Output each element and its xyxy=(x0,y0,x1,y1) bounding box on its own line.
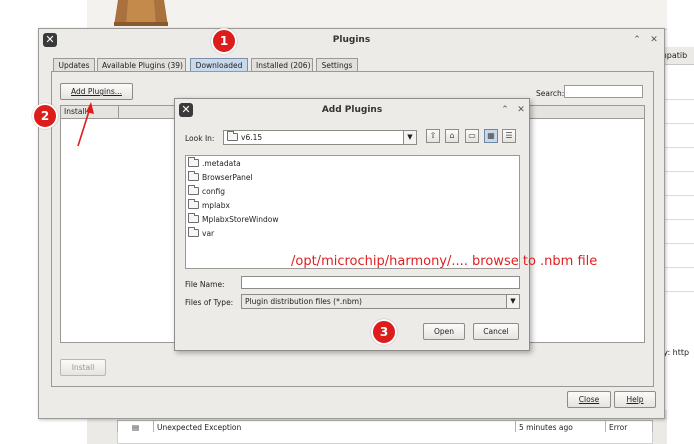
add-plugins-title-bar: ✕ Add Plugins ⌃ ✕ xyxy=(175,99,529,121)
plugins-title-bar: ✕ Plugins ⌃ ✕ xyxy=(39,29,664,51)
folder-icon xyxy=(188,157,199,167)
step-badge-1: 1 xyxy=(211,28,237,54)
look-in-label: Look In: xyxy=(185,134,215,143)
new-folder-icon[interactable]: ▭ xyxy=(465,129,479,143)
folder-icon xyxy=(188,213,199,223)
files-of-type-combo[interactable]: Plugin distribution files (*.nbm) ▼ xyxy=(241,294,520,309)
step-badge-3: 3 xyxy=(371,319,397,345)
file-name: .metadata xyxy=(202,159,241,168)
look-in-combo[interactable]: v6.15 ▼ xyxy=(223,130,417,145)
close-icon[interactable]: ✕ xyxy=(648,34,660,46)
tab-settings[interactable]: Settings xyxy=(316,58,358,72)
close-button[interactable]: Close xyxy=(567,391,611,408)
help-button[interactable]: Help xyxy=(614,391,656,408)
install-button[interactable]: Install xyxy=(60,359,106,376)
annotation-note: /opt/microchip/harmony/.... browse to .n… xyxy=(291,254,598,269)
minimize-icon[interactable]: ⌃ xyxy=(631,34,643,46)
search-label: Search: xyxy=(536,89,565,98)
background-top-band xyxy=(87,0,667,30)
look-in-value: v6.15 xyxy=(241,133,263,142)
open-button[interactable]: Open xyxy=(423,323,465,340)
file-name: BrowserPanel xyxy=(202,173,253,182)
search-input[interactable] xyxy=(564,85,643,98)
file-name: config xyxy=(202,187,225,196)
home-icon[interactable]: ⌂ xyxy=(445,129,459,143)
annotation-arrow-icon xyxy=(77,102,94,147)
file-name: var xyxy=(202,229,215,238)
file-name: mplabx xyxy=(202,201,230,210)
folder-icon xyxy=(188,171,199,181)
tab-updates[interactable]: Updates xyxy=(53,58,95,72)
table-row xyxy=(117,432,653,444)
list-item[interactable]: .metadata xyxy=(188,157,241,170)
file-name: MplabxStoreWindow xyxy=(202,215,279,224)
folder-icon xyxy=(188,199,199,209)
plugins-title: Plugins xyxy=(332,35,371,45)
files-of-type-label: Files of Type: xyxy=(185,298,234,307)
list-item[interactable]: MplabxStoreWindow xyxy=(188,213,279,226)
add-plugins-dialog: ✕ Add Plugins ⌃ ✕ Look In: v6.15 ▼ ⇧ ⌂ ▭… xyxy=(174,98,530,351)
tab-downloaded[interactable]: Downloaded xyxy=(190,58,248,72)
list-item[interactable]: BrowserPanel xyxy=(188,171,253,184)
add-plugins-button[interactable]: Add Plugins... xyxy=(60,83,133,100)
tab-available-plugins[interactable]: Available Plugins (39) xyxy=(97,58,186,72)
tab-installed[interactable]: Installed (206) xyxy=(251,58,313,72)
package-icon xyxy=(114,0,168,26)
files-of-type-value: Plugin distribution files (*.nbm) xyxy=(245,297,362,306)
folder-icon xyxy=(188,227,199,237)
file-name-field[interactable] xyxy=(241,276,520,289)
close-icon[interactable]: ✕ xyxy=(515,104,527,116)
file-list[interactable]: .metadata BrowserPanel config mplabx Mpl… xyxy=(185,155,520,269)
file-name-label: File Name: xyxy=(185,280,225,289)
details-view-icon[interactable]: ☰ xyxy=(502,129,516,143)
minimize-icon[interactable]: ⌃ xyxy=(499,104,511,116)
folder-icon xyxy=(227,131,238,141)
list-view-icon[interactable]: ▦ xyxy=(484,129,498,143)
combo-arrow-icon[interactable]: ▼ xyxy=(403,131,416,144)
list-item[interactable]: mplabx xyxy=(188,199,230,212)
up-folder-icon[interactable]: ⇧ xyxy=(426,129,440,143)
combo-arrow-icon[interactable]: ▼ xyxy=(506,295,519,308)
cancel-button[interactable]: Cancel xyxy=(473,323,519,340)
step-badge-2: 2 xyxy=(32,103,58,129)
list-item[interactable]: config xyxy=(188,185,225,198)
add-plugins-title: Add Plugins xyxy=(321,105,383,115)
folder-icon xyxy=(188,185,199,195)
list-item[interactable]: var xyxy=(188,227,214,240)
